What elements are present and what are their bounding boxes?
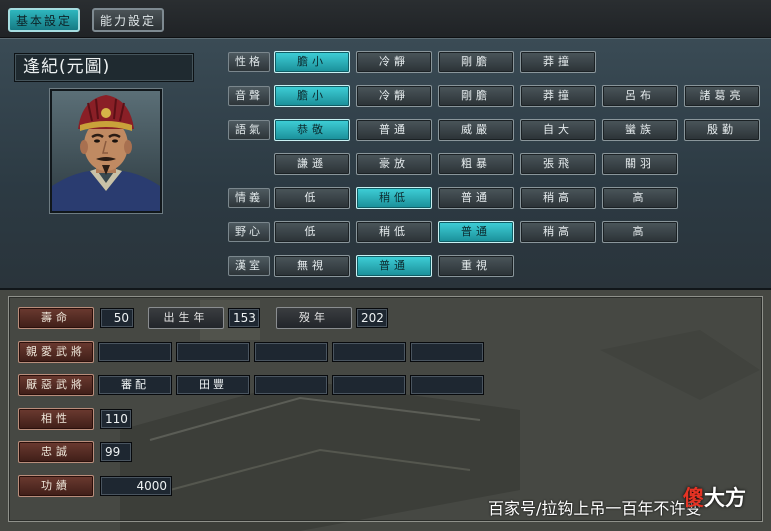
personality-option-brave[interactable]: 剛膽 xyxy=(438,51,514,73)
tone-option-barbarian[interactable]: 蠻族 xyxy=(602,119,678,141)
voice-option-zhugeliang[interactable]: 諸葛亮 xyxy=(684,85,760,107)
loyalty-value[interactable]: 99 xyxy=(100,442,132,462)
han-court-option-value[interactable]: 重視 xyxy=(438,255,514,277)
tone-option-courteous[interactable]: 殷勤 xyxy=(684,119,760,141)
righteousness-option-normal[interactable]: 普通 xyxy=(438,187,514,209)
tone-option-bold[interactable]: 豪放 xyxy=(356,153,432,175)
righteousness-option-low[interactable]: 低 xyxy=(274,187,350,209)
liked-officer-slot[interactable] xyxy=(332,342,406,362)
watermark-text: 百家号/拉钩上吊一百年不许变 xyxy=(488,499,702,518)
trait-label-tone: 語氣 xyxy=(228,120,270,140)
trait-label-han-court: 漢室 xyxy=(228,256,270,276)
disliked-officer-slot[interactable] xyxy=(254,375,328,395)
tone-option-respectful[interactable]: 恭敬 xyxy=(274,119,350,141)
tone-option-rough[interactable]: 粗暴 xyxy=(438,153,514,175)
birth-year-value[interactable]: 153 xyxy=(228,308,260,328)
basic-settings-panel: 逢紀(元圖) 性格 膽小 冷靜 剛膽 莽撞 音聲 膽小 冷靜 剛膽 莽撞 呂布 … xyxy=(0,38,771,290)
compatibility-label[interactable]: 相性 xyxy=(18,408,94,430)
disliked-officer-slot[interactable] xyxy=(332,375,406,395)
trait-label-righteousness: 情義 xyxy=(228,188,270,208)
liked-officer-slot[interactable] xyxy=(410,342,484,362)
lifespan-value[interactable]: 50 xyxy=(100,308,134,328)
liked-officer-slot[interactable] xyxy=(254,342,328,362)
disliked-officer-slot[interactable] xyxy=(410,375,484,395)
tone-option-zhangfei[interactable]: 張飛 xyxy=(520,153,596,175)
trait-label-voice: 音聲 xyxy=(228,86,270,106)
tone-option-guanyu[interactable]: 關羽 xyxy=(602,153,678,175)
liked-officer-slot[interactable] xyxy=(176,342,250,362)
tab-ability-settings[interactable]: 能力設定 xyxy=(92,8,165,32)
ambition-option-high[interactable]: 高 xyxy=(602,221,678,243)
watermark-logo-part-a: 傻 xyxy=(683,486,704,510)
ambition-option-somewhat-low[interactable]: 稍低 xyxy=(356,221,432,243)
death-year-value[interactable]: 202 xyxy=(356,308,388,328)
han-court-option-ignore[interactable]: 無視 xyxy=(274,255,350,277)
liked-officer-slot[interactable] xyxy=(98,342,172,362)
disliked-officers-label[interactable]: 厭惡武將 xyxy=(18,374,94,396)
righteousness-option-high[interactable]: 高 xyxy=(602,187,678,209)
voice-option-brave[interactable]: 剛膽 xyxy=(438,85,514,107)
personality-option-reckless[interactable]: 莽撞 xyxy=(520,51,596,73)
compatibility-value[interactable]: 110 xyxy=(100,409,132,429)
righteousness-option-somewhat-low[interactable]: 稍低 xyxy=(356,187,432,209)
officer-portrait xyxy=(50,89,162,213)
voice-option-reckless[interactable]: 莽撞 xyxy=(520,85,596,107)
trait-label-ambition: 野心 xyxy=(228,222,270,242)
officer-portrait-image xyxy=(52,91,160,211)
death-year-label: 歿年 xyxy=(276,307,352,329)
voice-option-calm[interactable]: 冷靜 xyxy=(356,85,432,107)
officer-name: 逢紀(元圖) xyxy=(14,53,194,82)
personality-option-timid[interactable]: 膽小 xyxy=(274,51,350,73)
disliked-officer-slot[interactable]: 審配 xyxy=(98,375,172,395)
liked-officers-label[interactable]: 親愛武將 xyxy=(18,341,94,363)
tab-basic-settings[interactable]: 基本設定 xyxy=(8,8,81,32)
trait-label-personality: 性格 xyxy=(228,52,270,72)
tab-bar: 基本設定 能力設定 xyxy=(0,0,771,38)
tone-option-normal[interactable]: 普通 xyxy=(356,119,432,141)
tone-option-humble[interactable]: 謙遜 xyxy=(274,153,350,175)
ambition-option-somewhat-high[interactable]: 稍高 xyxy=(520,221,596,243)
han-court-option-normal[interactable]: 普通 xyxy=(356,255,432,277)
birth-year-label: 出生年 xyxy=(148,307,224,329)
righteousness-option-somewhat-high[interactable]: 稍高 xyxy=(520,187,596,209)
voice-option-timid[interactable]: 膽小 xyxy=(274,85,350,107)
tone-option-dignified[interactable]: 威嚴 xyxy=(438,119,514,141)
ambition-option-low[interactable]: 低 xyxy=(274,221,350,243)
officer-edit-screen: 基本設定 能力設定 逢紀(元圖) 性格 膽小 冷靜 剛膽 莽撞 音聲 膽小 冷靜… xyxy=(0,0,771,531)
personality-option-calm[interactable]: 冷靜 xyxy=(356,51,432,73)
disliked-officer-slot[interactable]: 田豐 xyxy=(176,375,250,395)
watermark-logo-part-b: 大方 xyxy=(704,486,746,510)
lifespan-label[interactable]: 壽命 xyxy=(18,307,94,329)
voice-option-lubu[interactable]: 呂布 xyxy=(602,85,678,107)
merit-value[interactable]: 4000 xyxy=(100,476,172,496)
merit-label[interactable]: 功績 xyxy=(18,475,94,497)
watermark-logo: 傻大方 xyxy=(683,481,767,515)
ambition-option-normal[interactable]: 普通 xyxy=(438,221,514,243)
tone-option-arrogant[interactable]: 自大 xyxy=(520,119,596,141)
loyalty-label[interactable]: 忠誠 xyxy=(18,441,94,463)
